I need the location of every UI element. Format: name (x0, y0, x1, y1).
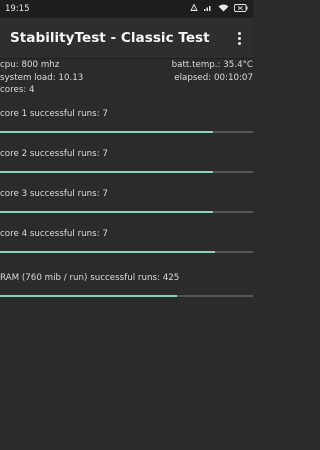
status-bar: 19:15 (0, 0, 253, 18)
app-bar: StabilityTest - Classic Test (0, 18, 253, 58)
core-2-section: core 2 successful runs: 7 (0, 149, 253, 173)
core-3-progress-track (0, 210, 253, 213)
core-3-label: core 3 successful runs: 7 (0, 188, 108, 199)
core-3-progress-fill (0, 210, 213, 213)
info-row-3: cores: 4 (0, 84, 253, 97)
core-4-section: core 4 successful runs: 7 (0, 229, 253, 253)
status-icons (190, 2, 248, 15)
overflow-menu-icon[interactable] (235, 31, 243, 45)
info-row-2: system load: 10.13 elapsed: 00:10:07 (0, 72, 253, 85)
core-4-label: core 4 successful runs: 7 (0, 228, 108, 239)
info-panel: cpu: 800 mhz batt.temp.: 35.4°C system l… (0, 58, 253, 97)
ram-section: RAM (760 mib / run) successful runs: 425 (0, 273, 253, 297)
signal-icon (203, 4, 213, 15)
core-4-progress-fill (0, 250, 216, 253)
ram-progress-track (0, 294, 253, 297)
page-title: StabilityTest - Classic Test (10, 30, 210, 46)
core-4-progress-track (0, 250, 253, 253)
notification-icon (190, 2, 198, 15)
battery-temperature: batt.temp.: 35.4°C (171, 60, 253, 70)
system-load: system load: 10.13 (0, 72, 84, 83)
ram-progress-fill (0, 294, 178, 297)
info-row-1: cpu: 800 mhz batt.temp.: 35.4°C (0, 59, 253, 72)
core-2-progress-track (0, 170, 253, 173)
battery-icon (234, 3, 248, 15)
core-3-section: core 3 successful runs: 7 (0, 189, 253, 213)
core-count: cores: 4 (0, 85, 35, 95)
core-2-progress-fill (0, 170, 213, 173)
core-1-section: core 1 successful runs: 7 (0, 109, 253, 133)
runs-list: core 1 successful runs: 7 core 2 success… (0, 109, 253, 297)
core-1-label: core 1 successful runs: 7 (0, 108, 108, 119)
wifi-icon (218, 4, 229, 15)
core-1-progress-track (0, 130, 253, 133)
core-2-label: core 2 successful runs: 7 (0, 148, 108, 159)
status-time: 19:15 (5, 4, 30, 14)
cpu-frequency: cpu: 800 mhz (0, 60, 60, 70)
core-1-progress-fill (0, 130, 213, 133)
ram-label: RAM (760 mib / run) successful runs: 425 (0, 272, 180, 283)
elapsed-time: elapsed: 00:10:07 (174, 72, 253, 83)
